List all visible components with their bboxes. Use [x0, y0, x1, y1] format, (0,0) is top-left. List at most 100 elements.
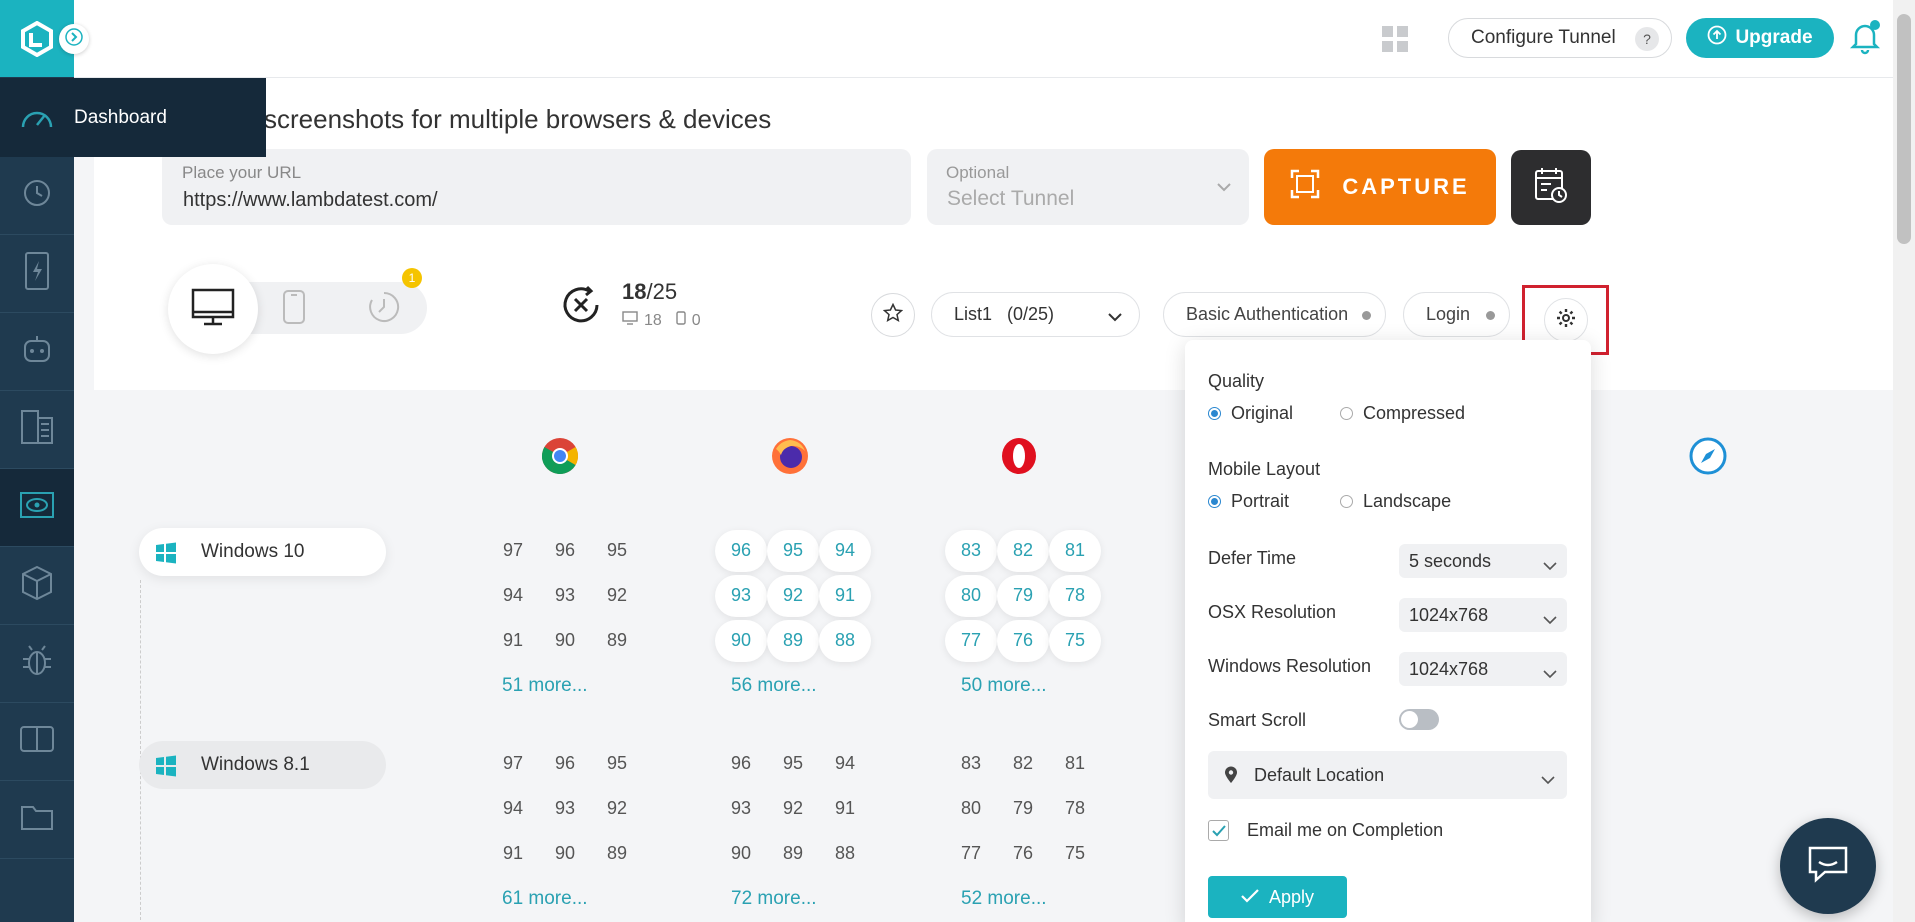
version-option-selected[interactable]: 90	[715, 618, 767, 663]
configure-tunnel-button[interactable]: Configure Tunnel ?	[1448, 18, 1672, 58]
mobile-toggle-icon[interactable]	[282, 290, 306, 329]
landscape-radio[interactable]: Landscape	[1340, 491, 1451, 512]
version-option[interactable]: 96	[539, 741, 591, 786]
version-option-selected[interactable]: 81	[1049, 528, 1101, 573]
version-option[interactable]: 94	[819, 741, 871, 786]
chrome-more-link[interactable]: 61 more...	[502, 888, 588, 910]
bell-icon[interactable]	[1846, 18, 1884, 61]
email-on-completion-checkbox[interactable]: Email me on Completion	[1208, 820, 1443, 841]
osx-resolution-select[interactable]: 1024x768	[1399, 598, 1567, 632]
version-option[interactable]: 95	[767, 741, 819, 786]
sidebar-item-files[interactable]	[0, 781, 74, 859]
version-option-selected[interactable]: 83	[945, 528, 997, 573]
version-option[interactable]: 92	[767, 786, 819, 831]
list-select[interactable]: List1 (0/25)	[931, 292, 1140, 337]
firefox-more-link[interactable]: 72 more...	[731, 888, 817, 910]
scrollbar-thumb[interactable]	[1897, 14, 1911, 244]
apply-button[interactable]: Apply	[1208, 876, 1347, 918]
recent-history-icon[interactable]	[366, 290, 402, 329]
version-option[interactable]: 78	[1049, 786, 1101, 831]
sidebar-item-dashboard[interactable]: Dashboard	[0, 78, 266, 157]
version-option[interactable]: 88	[819, 831, 871, 876]
version-option[interactable]: 92	[591, 573, 643, 618]
basic-authentication-button[interactable]: Basic Authentication	[1163, 292, 1386, 337]
location-select[interactable]: Default Location	[1208, 751, 1567, 799]
version-option[interactable]: 82	[997, 741, 1049, 786]
version-option[interactable]: 90	[539, 831, 591, 876]
sidebar-item-issue-tracker[interactable]	[0, 625, 74, 703]
version-option[interactable]: 94	[487, 573, 539, 618]
sidebar-expand-button[interactable]	[59, 24, 89, 54]
version-option[interactable]: 79	[997, 786, 1049, 831]
sidebar-item-compare[interactable]	[0, 703, 74, 781]
sidebar-item-visual-ui[interactable]	[0, 391, 74, 469]
version-option[interactable]: 91	[487, 831, 539, 876]
os-row-windows-8-1[interactable]: Windows 8.1	[139, 741, 386, 789]
quality-compressed-radio[interactable]: Compressed	[1340, 403, 1465, 424]
url-field[interactable]: Place your URL https://www.lambdatest.co…	[162, 149, 911, 225]
version-option-selected[interactable]: 80	[945, 573, 997, 618]
sidebar-item-automation[interactable]	[0, 235, 74, 313]
version-option-selected[interactable]: 82	[997, 528, 1049, 573]
sidebar-item-hyperexecute[interactable]	[0, 313, 74, 391]
version-option[interactable]: 92	[591, 786, 643, 831]
version-option-selected[interactable]: 93	[715, 573, 767, 618]
version-option-selected[interactable]: 89	[767, 618, 819, 663]
version-option[interactable]: 83	[945, 741, 997, 786]
version-option[interactable]: 95	[591, 741, 643, 786]
windows-resolution-select[interactable]: 1024x768	[1399, 652, 1567, 686]
version-option[interactable]: 90	[539, 618, 591, 663]
version-option[interactable]: 91	[819, 786, 871, 831]
desktop-toggle[interactable]	[168, 264, 258, 354]
help-icon[interactable]: ?	[1635, 27, 1659, 51]
defer-time-select[interactable]: 5 seconds	[1399, 544, 1567, 578]
version-option[interactable]: 95	[591, 528, 643, 573]
version-option[interactable]: 80	[945, 786, 997, 831]
version-option[interactable]: 76	[997, 831, 1049, 876]
version-option-selected[interactable]: 75	[1049, 618, 1101, 663]
quality-original-radio[interactable]: Original	[1208, 403, 1293, 424]
version-option-selected[interactable]: 76	[997, 618, 1049, 663]
opera-more-link[interactable]: 50 more...	[961, 675, 1047, 697]
smart-scroll-toggle[interactable]	[1399, 709, 1439, 730]
os-row-windows-10[interactable]: Windows 10	[139, 528, 386, 576]
login-button[interactable]: Login	[1403, 292, 1510, 337]
version-option-selected[interactable]: 77	[945, 618, 997, 663]
version-option[interactable]: 90	[715, 831, 767, 876]
version-option[interactable]: 89	[591, 618, 643, 663]
page-scrollbar[interactable]	[1893, 0, 1915, 922]
version-option-selected[interactable]: 78	[1049, 573, 1101, 618]
version-option[interactable]: 89	[591, 831, 643, 876]
version-option[interactable]: 93	[539, 786, 591, 831]
version-option-selected[interactable]: 96	[715, 528, 767, 573]
version-option[interactable]: 97	[487, 741, 539, 786]
version-option[interactable]: 93	[715, 786, 767, 831]
favorite-button[interactable]	[871, 293, 915, 337]
chat-support-button[interactable]	[1780, 818, 1876, 914]
capture-button[interactable]: CAPTURE	[1264, 149, 1496, 225]
version-option[interactable]: 96	[539, 528, 591, 573]
tunnel-select[interactable]: Optional Select Tunnel	[927, 149, 1249, 225]
clear-selection-icon[interactable]	[559, 283, 603, 332]
version-option[interactable]: 89	[767, 831, 819, 876]
opera-more-link[interactable]: 52 more...	[961, 888, 1047, 910]
version-option[interactable]: 75	[1049, 831, 1101, 876]
version-option[interactable]: 77	[945, 831, 997, 876]
sidebar-item-screenshots[interactable]	[0, 469, 74, 547]
portrait-radio[interactable]: Portrait	[1208, 491, 1289, 512]
version-option[interactable]: 96	[715, 741, 767, 786]
version-option[interactable]: 81	[1049, 741, 1101, 786]
version-option[interactable]: 91	[487, 618, 539, 663]
version-option[interactable]: 93	[539, 573, 591, 618]
version-option-selected[interactable]: 92	[767, 573, 819, 618]
version-option[interactable]: 97	[487, 528, 539, 573]
version-option[interactable]: 94	[487, 786, 539, 831]
sidebar-item-smartui[interactable]	[0, 547, 74, 625]
apps-grid-icon[interactable]	[1382, 26, 1408, 57]
sidebar-item-realtime[interactable]	[0, 157, 74, 235]
chrome-more-link[interactable]: 51 more...	[502, 675, 588, 697]
version-option-selected[interactable]: 94	[819, 528, 871, 573]
firefox-more-link[interactable]: 56 more...	[731, 675, 817, 697]
version-option-selected[interactable]: 95	[767, 528, 819, 573]
schedule-button[interactable]	[1511, 150, 1591, 225]
